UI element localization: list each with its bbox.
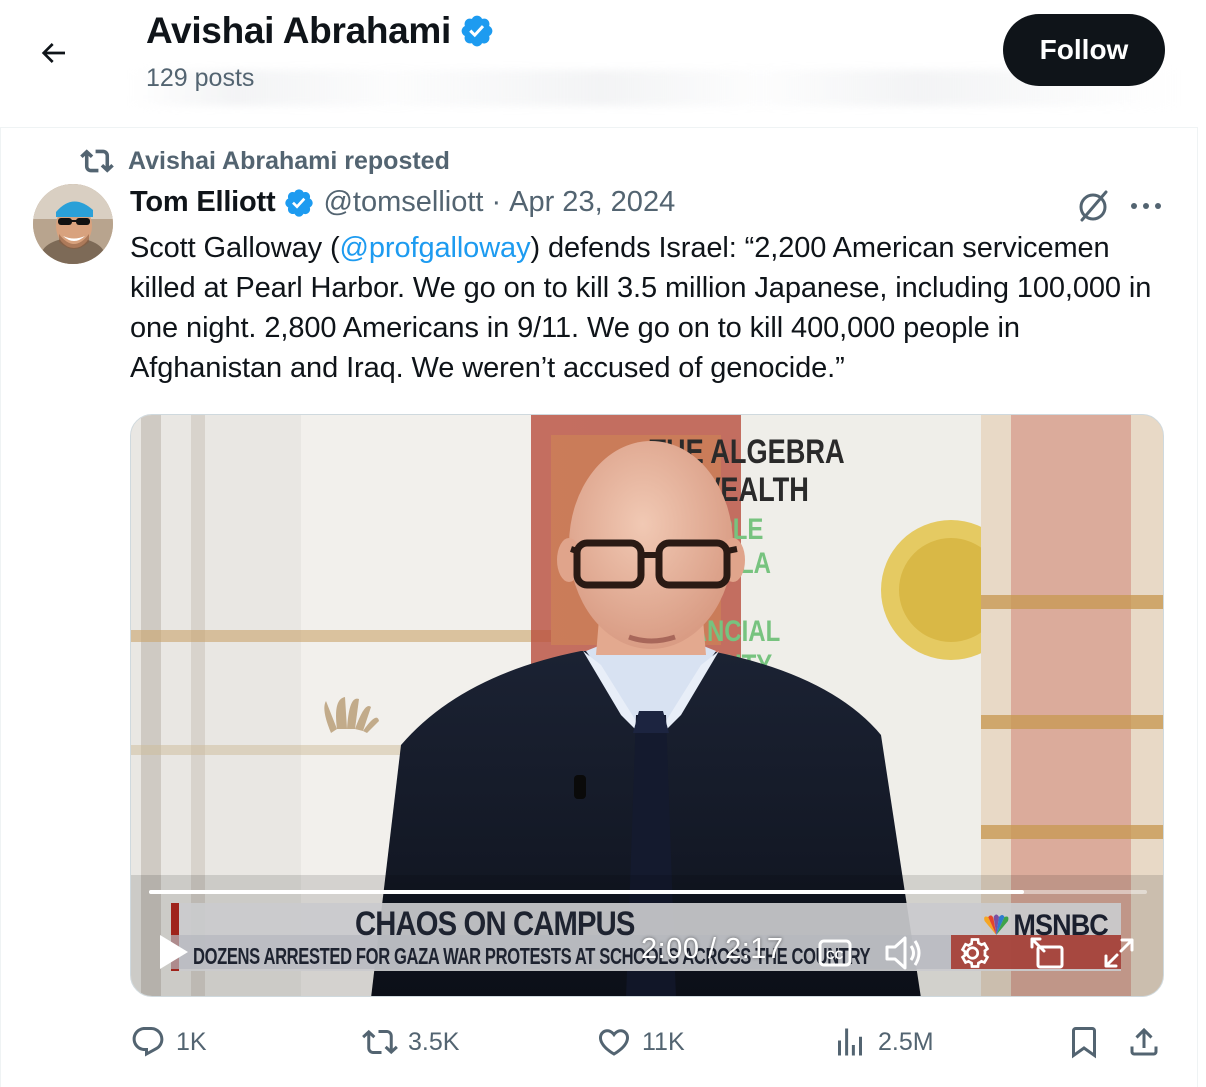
reply-button[interactable]: 1K	[130, 1024, 207, 1060]
header-posts-count: 129 posts	[146, 64, 255, 92]
like-count: 11K	[642, 1027, 685, 1056]
repost-button[interactable]: 3.5K	[362, 1024, 459, 1060]
author-avatar[interactable]	[33, 184, 113, 264]
video-player[interactable]: THE ALGEBRA OF WEALTH A SIMPLE FORMULA F…	[130, 414, 1164, 997]
picture-in-picture-button[interactable]	[1027, 933, 1067, 973]
repost-icon	[362, 1029, 398, 1055]
repost-indicator: Avishai Abrahami reposted	[80, 144, 450, 178]
tweet-text: Scott Galloway (@profgalloway) defends I…	[130, 228, 1170, 388]
reply-count: 1K	[176, 1027, 207, 1056]
header-profile-name: Avishai Abrahami	[146, 10, 452, 51]
tweet-text-start: Scott Galloway (	[130, 232, 340, 264]
fullscreen-icon	[1104, 938, 1134, 968]
video-time: 2:00 / 2:17	[641, 933, 784, 965]
analytics-icon	[838, 1028, 862, 1056]
views-button[interactable]: 2.5M	[832, 1024, 934, 1060]
tweet-author-handle[interactable]: @tomselliott	[323, 186, 483, 219]
tweet-author-name[interactable]: Tom Elliott	[130, 186, 276, 219]
back-button[interactable]	[30, 30, 76, 76]
bookmark-icon	[1072, 1027, 1096, 1059]
video-progress-bar[interactable]	[149, 890, 1147, 894]
captions-button[interactable]: CC	[815, 933, 855, 973]
gear-icon	[960, 938, 990, 968]
bookmark-button[interactable]	[1066, 1024, 1102, 1060]
reply-icon	[132, 1027, 164, 1057]
volume-button[interactable]	[883, 933, 923, 973]
tweet-action-bar: 1K 3.5K 11K 2.5M	[130, 1024, 1170, 1068]
follow-button[interactable]: Follow	[1003, 14, 1165, 86]
profile-header: Avishai Abrahami 129 posts Follow	[0, 0, 1198, 128]
tweet-mention-link[interactable]: @profgalloway	[340, 232, 531, 264]
chyron-headline: CHAOS ON CAMPUS	[355, 905, 635, 943]
back-arrow-icon	[41, 43, 65, 63]
share-icon	[1130, 1027, 1158, 1056]
separator-dot: ·	[491, 186, 502, 218]
play-button[interactable]	[157, 933, 193, 973]
more-options-icon[interactable]	[1124, 188, 1168, 224]
svg-text:CC: CC	[826, 948, 844, 962]
repost-count: 3.5K	[408, 1027, 460, 1056]
views-count: 2.5M	[878, 1027, 934, 1056]
heart-icon	[598, 1029, 630, 1056]
author-verified-badge	[283, 187, 315, 219]
tweet-author-row: Tom Elliott @tomselliott · Apr 23, 2024	[130, 186, 675, 219]
picture-in-picture-icon	[1030, 937, 1064, 969]
like-button[interactable]: 11K	[596, 1024, 685, 1060]
video-progress-fill	[149, 890, 1025, 894]
verified-badge-icon	[285, 188, 314, 217]
play-icon	[160, 935, 188, 969]
repost-icon	[80, 149, 114, 173]
fullscreen-button[interactable]	[1099, 933, 1139, 973]
share-button[interactable]	[1126, 1024, 1162, 1060]
header-title-row: Avishai Abrahami	[146, 10, 495, 52]
closed-captions-icon: CC	[818, 939, 852, 967]
verified-badge-icon	[461, 15, 493, 47]
volume-icon	[885, 936, 921, 970]
tweet-date[interactable]: Apr 23, 2024	[509, 186, 675, 219]
repost-text[interactable]: Avishai Abrahami reposted	[128, 147, 450, 176]
settings-button[interactable]	[955, 933, 995, 973]
grok-icon[interactable]	[1074, 186, 1114, 226]
